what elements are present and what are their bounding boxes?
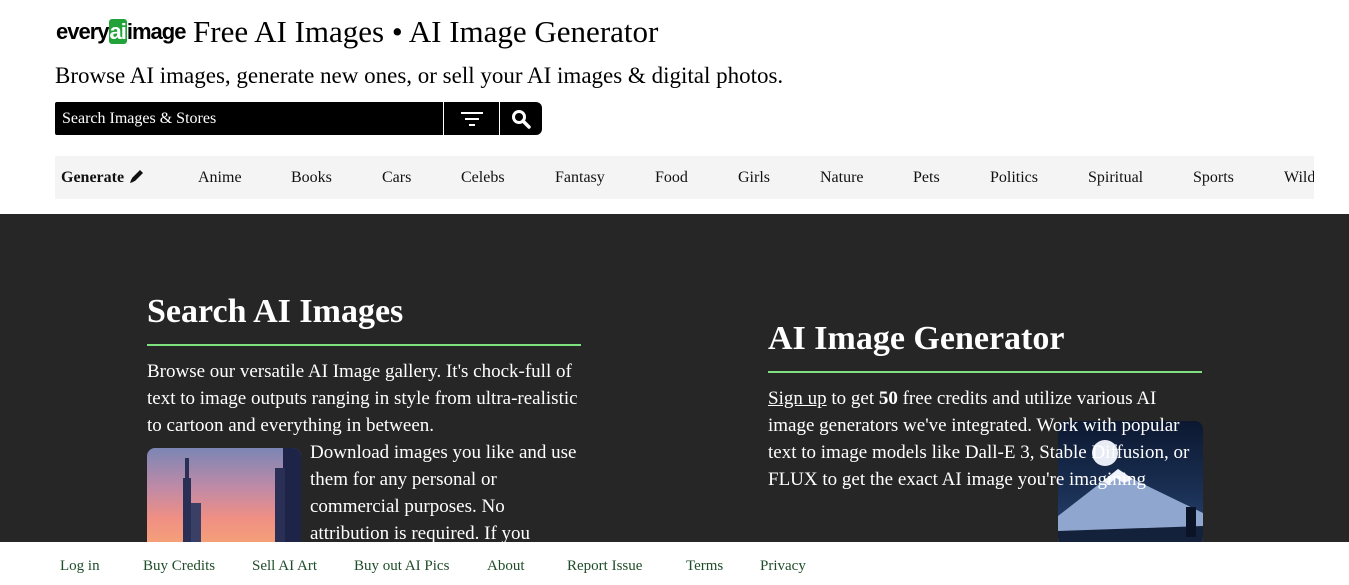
city-illustration <box>183 448 301 542</box>
category-item-cars[interactable]: Cars <box>382 156 411 199</box>
generator-section-text: Sign up to get 50 free credits and utili… <box>768 385 1198 493</box>
logo-text-prefix: every <box>56 19 110 44</box>
footer-link-about[interactable]: About <box>487 558 525 575</box>
footer-link-terms[interactable]: Terms <box>686 558 723 575</box>
generator-text-1: to get <box>826 388 879 409</box>
logo-text-suffix: image <box>126 19 187 44</box>
search-section-side-text: Download images you like and use them fo… <box>310 442 577 542</box>
filter-button[interactable] <box>443 102 499 135</box>
category-item-food[interactable]: Food <box>655 156 688 199</box>
footer-link-buy-out-ai-pics[interactable]: Buy out AI Pics <box>354 558 449 575</box>
search-input[interactable] <box>55 102 443 135</box>
category-item-sports[interactable]: Sports <box>1193 156 1234 199</box>
search-icon <box>512 109 531 129</box>
site-tagline: Browse AI images, generate new ones, or … <box>55 63 784 88</box>
category-item-books[interactable]: Books <box>291 156 332 199</box>
generator-section-title: AI Image Generator <box>768 320 1065 357</box>
signup-link[interactable]: Sign up <box>768 388 827 409</box>
category-item-wild[interactable]: Wild <box>1284 156 1314 199</box>
page-title: Free AI Images • AI Image Generator <box>193 14 659 49</box>
category-item-celebs[interactable]: Celebs <box>461 156 505 199</box>
footer-link-login[interactable]: Log in <box>60 558 100 575</box>
logo-text-ai: ai <box>108 19 127 44</box>
category-item-politics[interactable]: Politics <box>990 156 1038 199</box>
footer-link-report-issue[interactable]: Report Issue <box>567 558 642 575</box>
search-section-text: Browse our versatile AI Image gallery. I… <box>147 361 578 436</box>
search-section-divider <box>147 344 581 346</box>
filter-icon <box>460 111 483 126</box>
site-header: everyaiimage Free AI Images • AI Image G… <box>0 0 1349 214</box>
category-generate-label: Generate <box>61 169 125 186</box>
site-logo[interactable]: everyaiimage <box>56 19 187 45</box>
category-generate[interactable]: Generate <box>61 156 145 199</box>
generator-section-divider <box>768 371 1202 373</box>
footer-link-privacy[interactable]: Privacy <box>760 558 806 575</box>
hero-section: Search AI Images Browse our versatile AI… <box>0 214 1349 542</box>
free-credits-count: 50 <box>878 388 898 409</box>
footer-link-sell-ai-art[interactable]: Sell AI Art <box>252 558 317 575</box>
category-nav: Generate Anime Books Cars Celebs Fantasy… <box>55 156 1314 199</box>
search-button[interactable] <box>499 102 542 135</box>
category-item-anime[interactable]: Anime <box>198 156 242 199</box>
pencil-icon <box>130 170 144 183</box>
category-item-pets[interactable]: Pets <box>913 156 940 199</box>
category-item-nature[interactable]: Nature <box>820 156 864 199</box>
footer-nav: Log in Buy Credits Sell AI Art Buy out A… <box>0 542 1349 585</box>
sample-image-city[interactable] <box>147 448 301 542</box>
search-bar <box>55 102 542 135</box>
footer-link-buy-credits[interactable]: Buy Credits <box>143 558 215 575</box>
category-item-spiritual[interactable]: Spiritual <box>1088 156 1143 199</box>
search-section-title: Search AI Images <box>147 293 404 330</box>
category-item-fantasy[interactable]: Fantasy <box>555 156 605 199</box>
category-item-girls[interactable]: Girls <box>738 156 770 199</box>
